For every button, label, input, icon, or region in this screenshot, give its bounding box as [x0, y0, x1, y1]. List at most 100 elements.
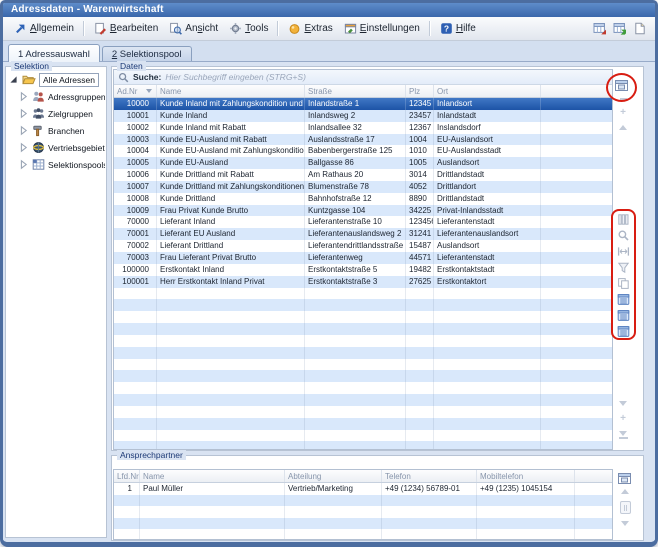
columns-icon[interactable] — [617, 213, 630, 226]
tree-item-branchen[interactable]: Branchen — [7, 122, 105, 139]
table-row[interactable]: 70000Lieferant InlandLieferantenstraße 1… — [114, 216, 612, 228]
cell — [285, 529, 382, 540]
scroll-up-icon[interactable] — [619, 125, 627, 130]
cell — [305, 347, 406, 359]
cell — [114, 359, 157, 371]
tree-item-selektionspools[interactable]: Selektionspools — [7, 156, 105, 173]
address-grid: Suche: Ad.NrNameStraßePlzOrt 10000Kunde … — [113, 69, 613, 450]
column-header-abteilung[interactable]: Abteilung — [285, 470, 382, 482]
menu-item-bearbeiten[interactable]: Bearbeiten — [89, 20, 163, 37]
scroll-down-icon[interactable] — [621, 521, 629, 526]
table-row[interactable]: 10006Kunde Drittland mit RabattAm Rathau… — [114, 169, 612, 181]
view-list-icon-2[interactable] — [617, 309, 630, 322]
cell — [157, 311, 305, 323]
table-export-icon[interactable] — [593, 22, 607, 35]
scroll-up-icon[interactable] — [621, 489, 629, 494]
chevron-right-icon[interactable] — [17, 108, 29, 119]
table-row[interactable]: 10002Kunde Inland mit RabattInlandsallee… — [114, 122, 612, 134]
table-row-empty — [114, 288, 612, 300]
insert-icon[interactable]: + — [620, 415, 626, 422]
tab-1[interactable]: 1 Adressauswahl — [8, 44, 100, 62]
table-row-empty — [114, 299, 612, 311]
cell: Lieferantenauslandsweg 2 — [305, 228, 406, 240]
column-header-plz[interactable]: Plz — [406, 85, 434, 97]
menu-item-extras[interactable]: Extras — [283, 20, 337, 37]
menu-item-allgemein[interactable]: Allgemein — [9, 20, 79, 37]
tree-item-zielgruppen[interactable]: Zielgruppen — [7, 105, 105, 122]
table-row[interactable]: 10000Kunde Inland mit Zahlungskondition … — [114, 98, 612, 110]
cell-filler — [575, 518, 613, 530]
table-row[interactable]: 70002Lieferant DrittlandLieferantendritt… — [114, 240, 612, 252]
cell — [305, 370, 406, 382]
zoom-icon[interactable] — [617, 229, 630, 242]
column-chooser-icon — [617, 472, 633, 485]
menu-item-hilfe[interactable]: ?Hilfe — [435, 20, 481, 37]
column-header-lfdnr[interactable]: Lfd.Nr. — [114, 470, 140, 482]
fit-width-icon[interactable] — [617, 245, 630, 258]
table-import-icon[interactable] — [613, 22, 627, 35]
table-row[interactable]: 70001Lieferant EU AuslandLieferantenausl… — [114, 228, 612, 240]
scrollbar-thumb[interactable] — [620, 501, 631, 514]
column-header-strae[interactable]: Straße — [305, 85, 406, 97]
table-row[interactable]: 1Paul MüllerVertrieb/Marketing+49 (1234)… — [114, 483, 612, 495]
menu-item-ansicht[interactable]: Ansicht — [164, 20, 223, 37]
tree-item-root[interactable]: Alle Adressen — [7, 71, 105, 88]
chevron-right-icon[interactable] — [17, 142, 29, 153]
chevron-right-icon[interactable] — [17, 159, 29, 170]
table-row[interactable]: 10005Kunde EU-AuslandBallgasse 861005Aus… — [114, 157, 612, 169]
table-row[interactable]: 10004Kunde EU-Ausland mit Zahlungskondit… — [114, 145, 612, 157]
tree-item-vertriebsgebiete[interactable]: Vertriebsgebiete — [7, 139, 105, 156]
table-row-empty — [114, 311, 612, 323]
cell-filler — [541, 288, 613, 300]
scroll-to-end-icon[interactable] — [619, 431, 628, 439]
table-row[interactable]: 10007Kunde Drittland mit Zahlungskonditi… — [114, 181, 612, 193]
table-row[interactable]: 70003Frau Lieferant Privat BruttoLiefera… — [114, 252, 612, 264]
copy-icon[interactable] — [617, 277, 630, 290]
cell — [406, 299, 434, 311]
cell-filler — [541, 430, 613, 442]
menu-item-tools[interactable]: Tools — [224, 20, 273, 37]
triangle-down-glyph — [619, 431, 627, 436]
column-header-mobiltelefon[interactable]: Mobiltelefon — [477, 470, 575, 482]
chevron-right-icon[interactable] — [17, 91, 29, 102]
column-header-name[interactable]: Name — [157, 85, 305, 97]
cell — [406, 347, 434, 359]
column-header-name[interactable]: Name — [140, 470, 285, 482]
tab-2[interactable]: 2 Selektionspool — [102, 46, 192, 61]
column-header-telefon[interactable]: Telefon — [382, 470, 477, 482]
contact-column-chooser-button[interactable] — [616, 471, 634, 486]
cell — [406, 418, 434, 430]
column-header-label: Straße — [308, 87, 332, 96]
search-input[interactable] — [165, 72, 608, 82]
view-list-icon-1[interactable] — [617, 293, 630, 306]
cell — [305, 394, 406, 406]
groupbox-selektion-label: Selektion — [11, 61, 52, 71]
table-row-empty — [114, 335, 612, 347]
tree-expanded-icon[interactable] — [7, 74, 19, 85]
view-list-icon-3[interactable] — [617, 325, 630, 338]
insert-icon[interactable]: + — [620, 109, 626, 116]
table-row[interactable]: 10001Kunde InlandInlandsweg 223457Inland… — [114, 110, 612, 122]
filter-icon[interactable] — [617, 261, 630, 274]
table-row[interactable]: 100000Erstkontakt InlandErstkontaktstraß… — [114, 264, 612, 276]
cell: 8890 — [406, 193, 434, 205]
groupbox-selektion: Selektion Alle AdressenAdressgruppenZiel… — [5, 66, 107, 538]
column-header-ort[interactable]: Ort — [434, 85, 541, 97]
menu-item-einstellungen[interactable]: Einstellungen — [339, 20, 425, 37]
tree-item-adressgruppen[interactable]: Adressgruppen — [7, 88, 105, 105]
table-row[interactable]: 10009Frau Privat Kunde BruttoKuntzgasse … — [114, 205, 612, 217]
cell — [434, 299, 541, 311]
collapse-icon[interactable] — [620, 98, 627, 100]
table-row[interactable]: 100001Herr Erstkontakt Inland PrivatErst… — [114, 276, 612, 288]
table-row[interactable]: 10003Kunde EU-Ausland mit RabattAuslands… — [114, 134, 612, 146]
column-header-adnr[interactable]: Ad.Nr — [114, 85, 157, 97]
window-title: Adressdaten - Warenwirtschaft — [11, 4, 164, 15]
column-chooser-button[interactable] — [613, 78, 631, 93]
chevron-right-icon[interactable] — [17, 125, 29, 136]
tree-item-label: Alle Adressen — [39, 73, 99, 87]
menu-separator — [277, 21, 279, 36]
cell-filler — [541, 252, 613, 264]
document-new-icon[interactable] — [633, 22, 646, 35]
table-row[interactable]: 10008Kunde DrittlandBahnhofstraße 128890… — [114, 193, 612, 205]
scroll-down-icon[interactable] — [619, 401, 627, 406]
